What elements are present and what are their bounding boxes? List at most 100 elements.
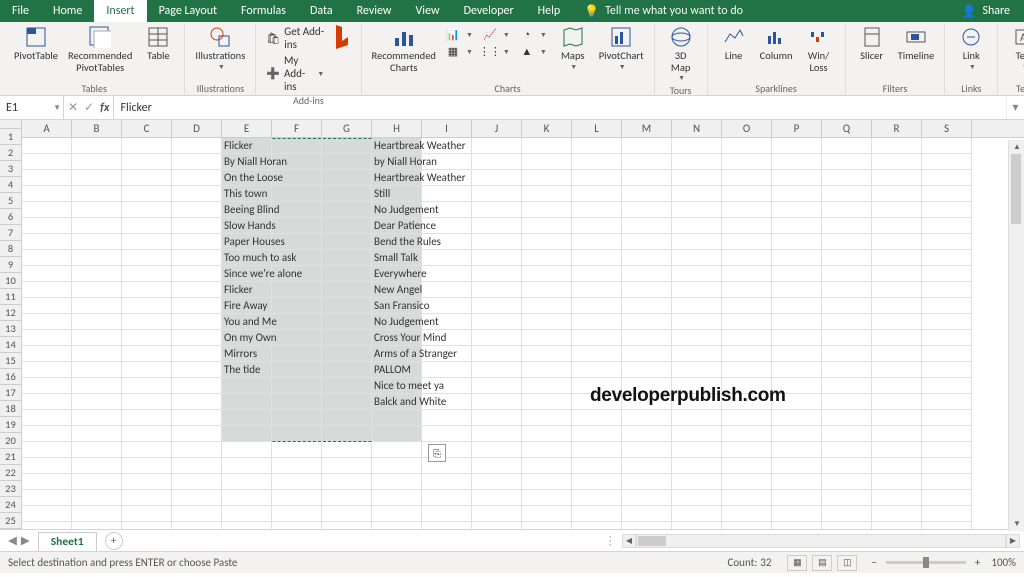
cell[interactable] — [322, 442, 372, 458]
cell[interactable] — [922, 266, 972, 282]
column-header[interactable]: S — [922, 120, 972, 137]
cell[interactable] — [622, 298, 672, 314]
cell[interactable] — [122, 378, 172, 394]
cell[interactable] — [22, 330, 72, 346]
cell[interactable] — [172, 154, 222, 170]
cell[interactable] — [322, 346, 372, 362]
cell[interactable] — [122, 330, 172, 346]
cell[interactable] — [222, 522, 272, 529]
cell[interactable] — [72, 154, 122, 170]
cell[interactable] — [572, 266, 622, 282]
cell[interactable] — [22, 410, 72, 426]
column-header[interactable]: Q — [822, 120, 872, 137]
cell[interactable] — [22, 298, 72, 314]
cell[interactable] — [72, 474, 122, 490]
cell[interactable] — [322, 426, 372, 442]
cell[interactable]: Since we're alone — [222, 266, 272, 282]
horizontal-scroll-thumb[interactable] — [638, 536, 666, 546]
cell[interactable] — [822, 490, 872, 506]
cell[interactable] — [472, 250, 522, 266]
cell[interactable] — [472, 346, 522, 362]
cell[interactable] — [222, 426, 272, 442]
column-header[interactable]: J — [472, 120, 522, 137]
cell[interactable] — [672, 442, 722, 458]
cell[interactable] — [922, 298, 972, 314]
cell[interactable] — [722, 170, 772, 186]
cell[interactable] — [72, 282, 122, 298]
cell[interactable] — [472, 442, 522, 458]
cell[interactable] — [522, 250, 572, 266]
cell[interactable]: by Niall Horan — [372, 154, 422, 170]
cell[interactable] — [572, 346, 622, 362]
cell[interactable] — [722, 330, 772, 346]
cell[interactable] — [322, 186, 372, 202]
column-header[interactable]: M — [622, 120, 672, 137]
cell[interactable] — [622, 426, 672, 442]
cell[interactable] — [722, 202, 772, 218]
cell[interactable] — [22, 346, 72, 362]
cell[interactable] — [172, 234, 222, 250]
cell[interactable] — [822, 458, 872, 474]
cell[interactable] — [922, 394, 972, 410]
cell[interactable] — [172, 314, 222, 330]
cell[interactable] — [872, 138, 922, 154]
cell[interactable] — [572, 250, 622, 266]
cell[interactable]: Beeing Blind — [222, 202, 272, 218]
3d-map-button[interactable]: 3D Map▼ — [661, 24, 701, 84]
cell[interactable] — [22, 394, 72, 410]
cell[interactable] — [622, 218, 672, 234]
cell[interactable] — [622, 346, 672, 362]
cell[interactable] — [222, 378, 272, 394]
row-header[interactable]: 4 — [0, 177, 21, 193]
cell[interactable] — [622, 410, 672, 426]
cell[interactable] — [172, 266, 222, 282]
cell[interactable] — [872, 170, 922, 186]
cell[interactable] — [372, 410, 422, 426]
tab-file[interactable]: File — [0, 0, 41, 22]
cell[interactable] — [322, 362, 372, 378]
cell[interactable] — [722, 522, 772, 529]
column-header[interactable]: F — [272, 120, 322, 137]
column-header[interactable]: R — [872, 120, 922, 137]
cell[interactable] — [72, 458, 122, 474]
cell[interactable] — [872, 490, 922, 506]
cell[interactable] — [122, 442, 172, 458]
cell[interactable] — [122, 474, 172, 490]
cell[interactable] — [772, 426, 822, 442]
cell[interactable] — [922, 442, 972, 458]
select-all-corner[interactable] — [0, 120, 22, 129]
cell[interactable] — [72, 346, 122, 362]
cell[interactable] — [672, 154, 722, 170]
cell[interactable] — [522, 266, 572, 282]
cell[interactable]: No Judgement — [372, 202, 422, 218]
cell[interactable] — [22, 314, 72, 330]
cell[interactable] — [472, 266, 522, 282]
cell[interactable] — [222, 394, 272, 410]
cell[interactable] — [922, 490, 972, 506]
cell[interactable] — [122, 138, 172, 154]
cell[interactable] — [522, 394, 572, 410]
cell[interactable] — [722, 234, 772, 250]
cell[interactable] — [672, 298, 722, 314]
cell[interactable] — [122, 458, 172, 474]
sparkline-column-button[interactable]: Column — [756, 24, 797, 64]
get-addins-button[interactable]: 🛍Get Add-ins — [262, 24, 328, 52]
cell[interactable] — [522, 378, 572, 394]
cell[interactable] — [472, 282, 522, 298]
cell[interactable] — [222, 490, 272, 506]
cell[interactable] — [922, 250, 972, 266]
cell[interactable] — [572, 282, 622, 298]
cell[interactable] — [772, 458, 822, 474]
cell[interactable] — [522, 490, 572, 506]
pivottable-button[interactable]: PivotTable — [10, 24, 62, 64]
cell[interactable] — [872, 378, 922, 394]
cells-area[interactable]: FlickerHeartbreak WeatherBy Niall Horanb… — [22, 138, 1024, 529]
cell[interactable] — [322, 170, 372, 186]
cell[interactable] — [572, 138, 622, 154]
cell[interactable] — [472, 458, 522, 474]
cell[interactable] — [72, 314, 122, 330]
tell-me[interactable]: 💡 Tell me what you want to do — [572, 0, 755, 22]
expand-formula-bar-button[interactable]: ▾ — [1006, 96, 1024, 119]
cell[interactable] — [722, 442, 772, 458]
cell[interactable] — [122, 394, 172, 410]
